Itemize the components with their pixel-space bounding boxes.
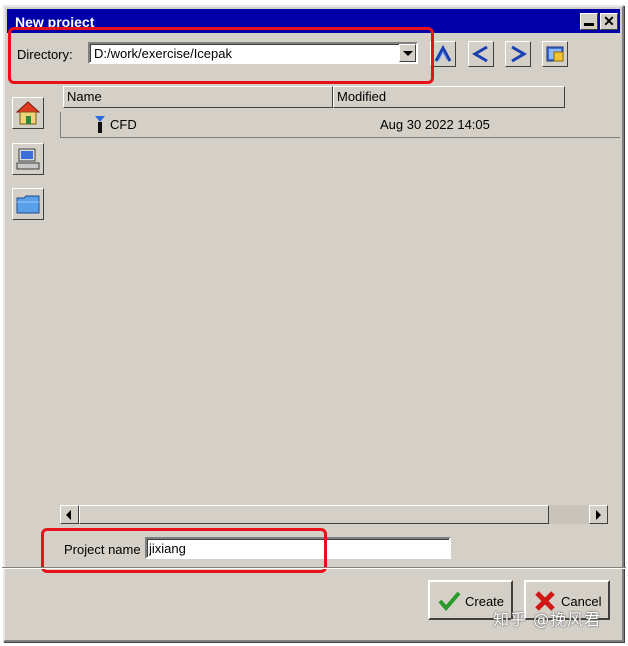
close-button[interactable]: ✕ [600,13,618,30]
back-icon [472,45,488,63]
separator [2,567,626,569]
scroll-thumb[interactable] [79,505,549,524]
forward-icon [511,45,527,63]
file-name: CFD [110,117,137,132]
file-modified: Aug 30 2022 14:05 [380,117,490,132]
forward-button[interactable] [505,41,531,67]
new-folder-icon [546,46,564,62]
new-folder-button[interactable] [542,41,568,67]
checkmark-icon [438,591,461,612]
watermark: 知乎 @挽风君 [493,610,602,629]
file-list[interactable]: Name Modified CFD Aug 30 2022 14:05 [60,86,620,506]
minimize-button[interactable] [580,13,598,30]
up-icon [434,44,452,62]
list-item[interactable]: CFD Aug 30 2022 14:05 [60,112,620,138]
computer-button[interactable] [12,143,44,175]
column-header-name[interactable]: Name [63,86,333,108]
home-icon [15,101,41,125]
folder-icon [16,195,40,214]
cfd-icon [95,116,105,133]
home-button[interactable] [12,97,44,129]
column-header-modified[interactable]: Modified [333,86,565,108]
row-divider [60,112,61,138]
horizontal-scrollbar[interactable] [60,505,608,524]
scroll-right-button[interactable] [589,505,608,524]
folder-button[interactable] [12,188,44,220]
computer-icon [16,148,40,170]
directory-highlight-box [8,27,434,84]
back-button[interactable] [468,41,494,67]
scroll-left-button[interactable] [60,505,79,524]
